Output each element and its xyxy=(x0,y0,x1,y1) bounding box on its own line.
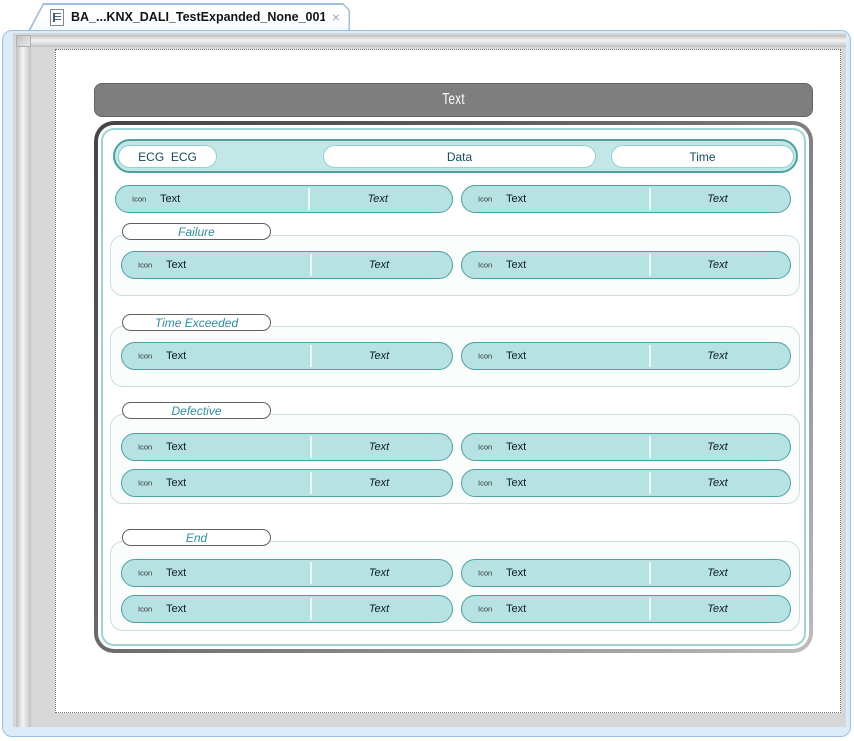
widget-body: ECG ECG Data Time Icon Text Text I xyxy=(101,128,806,646)
status-item[interactable]: Icon Text Text xyxy=(461,185,791,213)
text-label: Text xyxy=(506,477,526,489)
title-bar-element[interactable]: Text xyxy=(94,83,813,117)
design-canvas[interactable]: Text ECG ECG Data Time Icon xyxy=(13,33,846,727)
group-label-time-exceeded[interactable]: Time Exceeded xyxy=(122,314,271,331)
text-label: Text xyxy=(506,441,526,453)
status-item[interactable]: Icon Text Text xyxy=(115,185,453,213)
value-label: Text xyxy=(649,193,786,205)
status-item[interactable]: Icon Text Text xyxy=(461,433,791,461)
horizontal-ruler xyxy=(31,35,846,47)
document-tab[interactable]: BA_...KNX_DALI_TestExpanded_None_001 × xyxy=(28,3,350,31)
document-grid-glyph xyxy=(53,13,61,22)
text-label: Text xyxy=(166,603,186,615)
text-label: Text xyxy=(506,193,526,205)
icon-placeholder-label: Icon xyxy=(138,605,152,614)
text-label: Text xyxy=(506,567,526,579)
text-label: Text xyxy=(166,567,186,579)
ecg-label: ECG ECG xyxy=(138,150,197,164)
tab-close-icon[interactable]: × xyxy=(332,10,340,24)
text-label: Text xyxy=(506,603,526,615)
icon-placeholder-label: Icon xyxy=(138,443,152,452)
icon-placeholder-label: Icon xyxy=(138,479,152,488)
value-label: Text xyxy=(310,259,448,271)
icon-placeholder-label: Icon xyxy=(478,605,492,614)
text-label: Text xyxy=(506,350,526,362)
icon-placeholder-label: Icon xyxy=(478,261,492,270)
icon-placeholder-label: Icon xyxy=(478,479,492,488)
tab-title: BA_...KNX_DALI_TestExpanded_None_001 xyxy=(71,10,325,24)
status-item[interactable]: Icon Text Text xyxy=(121,469,453,497)
ruler-corner xyxy=(16,35,31,47)
value-label: Text xyxy=(310,350,448,362)
value-label: Text xyxy=(649,567,786,579)
designer-window: BA_...KNX_DALI_TestExpanded_None_001 × T… xyxy=(0,0,854,741)
value-label: Text xyxy=(649,259,786,271)
icon-placeholder-label: Icon xyxy=(478,443,492,452)
value-label: Text xyxy=(649,441,786,453)
value-label: Text xyxy=(310,441,448,453)
status-item[interactable]: Icon Text Text xyxy=(121,433,453,461)
title-bar-label: Text xyxy=(442,91,465,109)
status-item[interactable]: Icon Text Text xyxy=(121,595,453,623)
value-label: Text xyxy=(649,477,786,489)
time-label: Time xyxy=(689,150,715,164)
status-item[interactable]: Icon Text Text xyxy=(461,342,791,370)
group-label-end[interactable]: End xyxy=(122,529,271,546)
icon-placeholder-label: Icon xyxy=(478,569,492,578)
group-label-failure[interactable]: Failure xyxy=(122,223,271,240)
text-label: Text xyxy=(160,193,180,205)
value-label: Text xyxy=(649,350,786,362)
page-sheet[interactable]: Text ECG ECG Data Time Icon xyxy=(55,49,841,713)
group-label-defective[interactable]: Defective xyxy=(122,402,271,419)
icon-placeholder-label: Icon xyxy=(138,569,152,578)
value-label: Text xyxy=(310,567,448,579)
value-label: Text xyxy=(308,193,448,205)
text-label: Text xyxy=(166,259,186,271)
status-item[interactable]: Icon Text Text xyxy=(461,251,791,279)
status-item[interactable]: Icon Text Text xyxy=(461,469,791,497)
value-label: Text xyxy=(310,603,448,615)
status-item[interactable]: Icon Text Text xyxy=(121,559,453,587)
widget-header-row: ECG ECG Data Time xyxy=(113,139,798,173)
value-label: Text xyxy=(649,603,786,615)
value-label: Text xyxy=(310,477,448,489)
text-label: Text xyxy=(166,477,186,489)
icon-placeholder-label: Icon xyxy=(138,352,152,361)
icon-placeholder-label: Icon xyxy=(478,195,492,204)
text-label: Text xyxy=(506,259,526,271)
data-label: Data xyxy=(447,150,472,164)
tab-bar: BA_...KNX_DALI_TestExpanded_None_001 × xyxy=(0,0,854,31)
group-label-text: Defective xyxy=(171,405,221,417)
vertical-ruler xyxy=(16,47,31,727)
text-label: Text xyxy=(166,441,186,453)
text-label: Text xyxy=(166,350,186,362)
group-label-text: End xyxy=(186,532,207,544)
dali-test-widget[interactable]: ECG ECG Data Time Icon Text Text I xyxy=(94,121,813,653)
tab-content: BA_...KNX_DALI_TestExpanded_None_001 × xyxy=(28,3,350,31)
status-item[interactable]: Icon Text Text xyxy=(121,342,453,370)
icon-placeholder-label: Icon xyxy=(138,261,152,270)
status-item[interactable]: Icon Text Text xyxy=(461,559,791,587)
icon-placeholder-label: Icon xyxy=(132,195,146,204)
status-item[interactable]: Icon Text Text xyxy=(121,251,453,279)
icon-placeholder-label: Icon xyxy=(478,352,492,361)
status-item[interactable]: Icon Text Text xyxy=(461,595,791,623)
group-label-text: Failure xyxy=(178,226,215,238)
report-document-icon xyxy=(50,9,64,26)
time-field[interactable]: Time xyxy=(611,145,794,168)
ecg-field[interactable]: ECG ECG xyxy=(118,145,217,168)
document-frame: Text ECG ECG Data Time Icon xyxy=(2,30,851,737)
data-field[interactable]: Data xyxy=(323,145,596,168)
group-label-text: Time Exceeded xyxy=(155,317,238,329)
